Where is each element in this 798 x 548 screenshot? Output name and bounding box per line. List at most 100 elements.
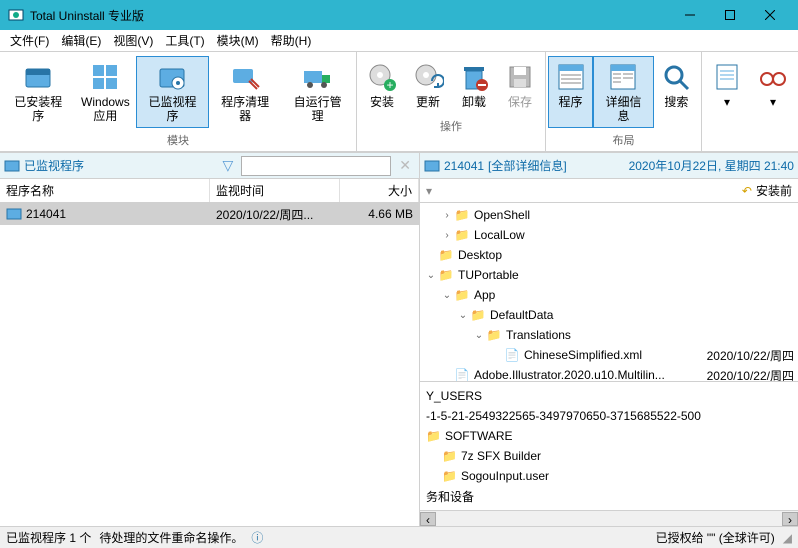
- folder-icon: 📁: [454, 227, 470, 243]
- resize-grip-icon[interactable]: ◢: [783, 531, 792, 545]
- col-time[interactable]: 监视时间: [210, 179, 340, 202]
- notes-button[interactable]: ▾: [704, 56, 750, 114]
- status-license: 已授权给 "" (全球许可): [656, 529, 775, 546]
- expand-icon[interactable]: ›: [440, 210, 454, 221]
- right-header-timestamp: 2020年10月22日, 星期四 21:40: [629, 157, 794, 174]
- folder-icon: 📁: [438, 267, 454, 283]
- menu-view[interactable]: 视图(V): [107, 30, 159, 51]
- folder-icon: 📁: [454, 207, 470, 223]
- disc-refresh-icon: [412, 61, 444, 93]
- close-button[interactable]: [750, 0, 790, 30]
- menu-edit[interactable]: 编辑(E): [55, 30, 107, 51]
- right-toolbar: ▾ ↶ 安装前: [420, 179, 798, 203]
- scroll-right-button[interactable]: ›: [782, 512, 798, 526]
- list-row[interactable]: 214041 2020/10/22/周四... 4.66 MB: [0, 203, 419, 225]
- horizontal-scrollbar[interactable]: ‹ ›: [420, 510, 798, 526]
- before-install-button[interactable]: ↶ 安装前: [742, 182, 792, 199]
- folder-icon: 📁: [486, 327, 502, 343]
- save-button[interactable]: 保存: [497, 56, 543, 114]
- menu-bar: 文件(F) 编辑(E) 视图(V) 工具(T) 模块(M) 帮助(H): [0, 30, 798, 52]
- list-pane-icon: [555, 61, 587, 93]
- broom-icon: [229, 61, 261, 93]
- floppy-icon: [504, 61, 536, 93]
- right-pane: 214041 [全部详细信息] 2020年10月22日, 星期四 21:40 ▾…: [420, 153, 798, 526]
- truck-icon: [302, 61, 334, 93]
- status-count: 已监视程序 1 个: [6, 529, 91, 546]
- scroll-left-button[interactable]: ‹: [420, 512, 436, 526]
- right-pane-header: 214041 [全部详细信息] 2020年10月22日, 星期四 21:40: [420, 153, 798, 179]
- left-pane-title: 已监视程序: [24, 157, 84, 174]
- note-icon: [711, 61, 743, 93]
- folder-icon: 📁: [442, 449, 457, 463]
- ribbon-group-extra: ▾ ▾: [702, 52, 798, 151]
- search-input[interactable]: [241, 156, 391, 176]
- box-icon: [22, 61, 54, 93]
- uninstall-button[interactable]: 卸载: [451, 56, 497, 114]
- tree-view[interactable]: ›📁OpenShell ›📁LocalLow 📁Desktop ⌄📁TUPort…: [420, 203, 798, 381]
- details-view-button[interactable]: 详细信息: [593, 56, 654, 128]
- right-header-id: 214041: [444, 159, 484, 173]
- collapse-icon[interactable]: ⌄: [424, 270, 438, 281]
- file-icon: 📄: [454, 367, 470, 381]
- installed-programs-button[interactable]: 已安装程序: [2, 56, 75, 128]
- content-area: 已监视程序 ▽ ✕ 程序名称 监视时间 大小 214041 2020/10/22…: [0, 152, 798, 526]
- program-icon: [6, 206, 22, 222]
- row-time: 2020/10/22/周四...: [210, 206, 340, 223]
- folder-icon: 📁: [454, 287, 470, 303]
- ribbon-group-layout: 程序 详细信息 搜索 布局: [546, 52, 702, 151]
- cleaner-button[interactable]: 程序清理器: [209, 56, 282, 128]
- menu-help[interactable]: 帮助(H): [265, 30, 318, 51]
- eye-box-icon: [156, 61, 188, 93]
- menu-file[interactable]: 文件(F): [4, 30, 55, 51]
- windows-apps-button[interactable]: Windows 应用: [75, 56, 137, 128]
- menu-modules[interactable]: 模块(M): [211, 30, 265, 51]
- left-pane: 已监视程序 ▽ ✕ 程序名称 监视时间 大小 214041 2020/10/22…: [0, 153, 420, 526]
- window-title: Total Uninstall 专业版: [30, 7, 670, 24]
- windows-icon: [89, 61, 121, 93]
- glasses-button[interactable]: ▾: [750, 56, 796, 114]
- row-size: 4.66 MB: [340, 207, 419, 221]
- ribbon-group-ops-label: 操作: [357, 118, 545, 137]
- right-header-detail: [全部详细信息]: [488, 157, 567, 174]
- folder-icon: 📁: [426, 429, 441, 443]
- collapse-icon[interactable]: ⌄: [456, 310, 470, 321]
- folder-icon: 📁: [442, 469, 457, 483]
- chevron-down-icon[interactable]: ▾: [426, 184, 442, 198]
- col-name[interactable]: 程序名称: [0, 179, 210, 202]
- title-bar: Total Uninstall 专业版: [0, 0, 798, 30]
- autorun-button[interactable]: 自运行管理: [281, 56, 354, 128]
- search-button[interactable]: 搜索: [654, 56, 699, 128]
- list-body: 214041 2020/10/22/周四... 4.66 MB: [0, 203, 419, 526]
- row-name: 214041: [26, 207, 66, 221]
- program-view-button[interactable]: 程序: [548, 56, 593, 128]
- search-icon: [660, 61, 692, 93]
- menu-tools[interactable]: 工具(T): [159, 30, 210, 51]
- minimize-button[interactable]: [670, 0, 710, 30]
- details-panel: Y_USERS -1-5-21-2549322565-3497970650-37…: [420, 381, 798, 510]
- program-icon: [424, 158, 440, 174]
- details-pane-icon: [607, 61, 639, 93]
- ribbon-group-ops: + 安装 更新 卸载 保存 操作: [357, 52, 546, 151]
- col-size[interactable]: 大小: [340, 179, 419, 202]
- ribbon-group-layout-label: 布局: [546, 132, 701, 151]
- clear-search-icon[interactable]: ✕: [395, 157, 415, 174]
- folder-icon: 📁: [438, 247, 454, 263]
- install-button[interactable]: + 安装: [359, 56, 405, 114]
- update-button[interactable]: 更新: [405, 56, 451, 114]
- filter-icon[interactable]: ▽: [218, 157, 237, 174]
- ribbon-group-modules: 已安装程序 Windows 应用 已监视程序 程序清理器 自运行管理 模块: [0, 52, 357, 151]
- ribbon-toolbar: 已安装程序 Windows 应用 已监视程序 程序清理器 自运行管理 模块: [0, 52, 798, 152]
- folder-icon: 📁: [470, 307, 486, 323]
- expand-icon[interactable]: ›: [440, 230, 454, 241]
- maximize-button[interactable]: [710, 0, 750, 30]
- monitored-icon: [4, 158, 20, 174]
- app-icon: [8, 7, 24, 23]
- collapse-icon[interactable]: ⌄: [440, 290, 454, 301]
- glasses-icon: [757, 61, 789, 93]
- list-header: 程序名称 监视时间 大小: [0, 179, 419, 203]
- undo-icon: ↶: [742, 184, 752, 198]
- monitored-programs-button[interactable]: 已监视程序: [136, 56, 209, 128]
- collapse-icon[interactable]: ⌄: [472, 330, 486, 341]
- ribbon-group-modules-label: 模块: [0, 132, 356, 151]
- status-info-icon[interactable]: ⓘ: [251, 529, 263, 546]
